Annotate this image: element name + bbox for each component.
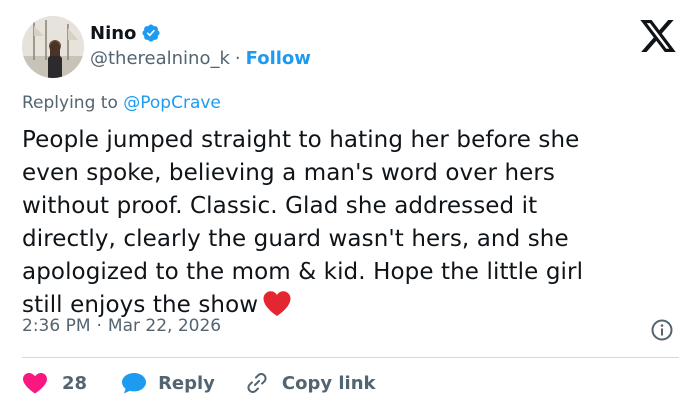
timestamp-separator: · <box>96 316 102 336</box>
like-count: 28 <box>62 372 88 394</box>
tweet-text: People jumped straight to hating her bef… <box>22 124 682 322</box>
reply-button[interactable]: Reply <box>121 371 215 395</box>
tweet-line: apologized to the mom & kid. Hope the li… <box>22 259 584 285</box>
tweet-line: without proof. Classic. Glad she address… <box>22 193 538 219</box>
avatar-photo <box>22 16 84 78</box>
reply-bubble-icon <box>121 371 147 395</box>
follow-button[interactable]: Follow <box>246 48 311 69</box>
tweet-line: still enjoys the show <box>22 292 259 318</box>
verified-badge-icon <box>141 23 161 43</box>
handle-separator: · <box>234 48 241 69</box>
x-logo-icon[interactable] <box>638 18 678 54</box>
action-bar: 28 Reply Copy link <box>22 369 376 397</box>
display-name[interactable]: Nino <box>90 23 136 44</box>
replying-mention[interactable]: @PopCrave <box>123 93 221 113</box>
name-row: Nino <box>90 20 311 46</box>
like-button[interactable]: 28 <box>22 372 87 394</box>
replying-prefix: Replying to <box>22 93 124 113</box>
avatar[interactable] <box>22 16 84 78</box>
timestamp-row[interactable]: 2:36 PM · Mar 22, 2026 <box>22 316 221 336</box>
tweet-line: People jumped straight to hating her bef… <box>22 127 580 153</box>
tweet-line: even spoke, believing a man's word over … <box>22 160 556 186</box>
tweet-line: directly, clearly the guard wasn't hers,… <box>22 226 569 252</box>
divider <box>22 357 679 358</box>
tweet-date: Mar 22, 2026 <box>107 316 222 336</box>
replying-to: Replying to @PopCrave <box>22 93 221 113</box>
copy-link-button[interactable]: Copy link <box>245 371 376 395</box>
tweet-time: 2:36 PM <box>22 316 91 336</box>
red-heart-emoji-icon <box>262 290 292 317</box>
reply-label: Reply <box>158 372 215 394</box>
handle-row: @therealnino_k · Follow <box>90 48 311 69</box>
info-icon[interactable] <box>650 318 674 342</box>
handle[interactable]: @therealnino_k <box>90 48 230 69</box>
link-icon <box>245 371 269 395</box>
copy-link-label: Copy link <box>281 372 376 394</box>
author-info: Nino @therealnino_k · Follow <box>90 20 311 70</box>
heart-icon <box>22 372 48 394</box>
